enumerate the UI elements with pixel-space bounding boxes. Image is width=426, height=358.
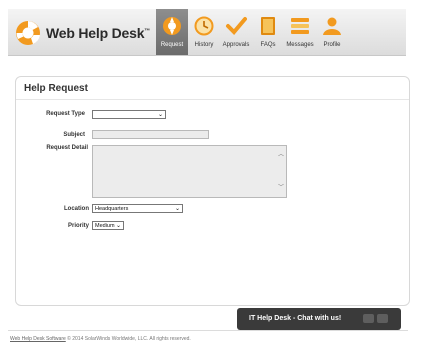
life-ring-logo-icon xyxy=(16,21,40,45)
request-type-select[interactable]: ⌄ xyxy=(92,110,166,119)
user-icon xyxy=(323,17,341,35)
request-type-label: Request Type xyxy=(46,111,85,117)
request-detail-textarea[interactable]: ︿ ﹀ xyxy=(92,145,287,198)
tab-faqs[interactable]: FAQs xyxy=(252,9,284,55)
request-icon xyxy=(163,17,181,35)
title-divider xyxy=(16,99,409,100)
tab-request[interactable]: Request xyxy=(156,9,188,55)
top-navigation-bar: Web Help Desk™ Request History Approvals xyxy=(8,9,406,56)
tab-profile[interactable]: Profile xyxy=(316,9,348,55)
tab-profile-label: Profile xyxy=(323,42,341,48)
location-select[interactable]: Headquarters ⌄ xyxy=(92,204,183,213)
footer-copyright: © 2014 SolarWinds Worldwide, LLC. All ri… xyxy=(65,336,191,342)
book-icon xyxy=(261,17,275,35)
chat-widget[interactable]: IT Help Desk - Chat with us! xyxy=(237,308,401,330)
brand-name: Web Help Desk™ xyxy=(46,25,151,41)
priority-label: Priority xyxy=(67,223,89,229)
chevron-down-icon: ⌄ xyxy=(115,223,121,229)
scroll-up-icon[interactable]: ︿ xyxy=(278,149,284,158)
tab-history-label: History xyxy=(194,42,214,48)
footer-link[interactable]: Web Help Desk Software xyxy=(10,336,66,342)
clock-icon xyxy=(194,16,214,36)
tab-faqs-label: FAQs xyxy=(260,42,276,48)
tab-request-label: Request xyxy=(160,42,184,48)
priority-select[interactable]: Medium ⌄ xyxy=(92,221,124,230)
subject-input[interactable] xyxy=(92,130,209,139)
footer: Web Help Desk Software © 2014 SolarWinds… xyxy=(10,336,191,342)
chat-minimize-button[interactable] xyxy=(363,314,374,323)
tab-approvals-label: Approvals xyxy=(222,42,250,48)
location-label: Location xyxy=(64,206,89,212)
chat-maximize-button[interactable] xyxy=(377,314,388,323)
scroll-down-icon[interactable]: ﹀ xyxy=(278,182,284,191)
page-title: Help Request xyxy=(24,83,88,94)
tab-messages-label: Messages xyxy=(286,42,314,48)
tab-history[interactable]: History xyxy=(188,9,220,55)
chat-label: IT Help Desk - Chat with us! xyxy=(249,315,342,322)
request-detail-label: Request Detail xyxy=(46,145,88,151)
chevron-down-icon: ⌄ xyxy=(174,206,180,212)
messages-icon xyxy=(291,18,309,34)
main-nav: Request History Approvals FAQs Messages … xyxy=(156,9,348,55)
subject-label: Subject xyxy=(63,132,85,138)
tab-approvals[interactable]: Approvals xyxy=(220,9,252,55)
checkmark-icon xyxy=(226,17,247,35)
help-request-panel: Help Request Request Type ⌄ Subject Requ… xyxy=(15,76,410,306)
chevron-down-icon: ⌄ xyxy=(157,112,163,118)
tab-messages[interactable]: Messages xyxy=(284,9,316,55)
footer-divider xyxy=(8,330,408,331)
